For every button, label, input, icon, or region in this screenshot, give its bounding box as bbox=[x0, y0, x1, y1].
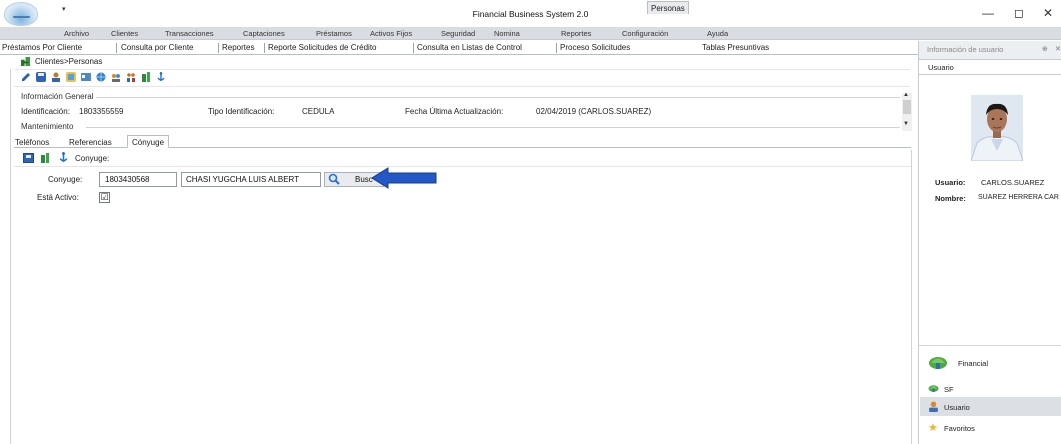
window-title: Financial Business System 2.0 bbox=[472, 9, 589, 19]
globe-icon[interactable] bbox=[96, 72, 106, 82]
identification-value: 1803355559 bbox=[79, 107, 124, 116]
breadcrumb: Clientes>Personas bbox=[35, 57, 103, 66]
image-icon[interactable] bbox=[66, 72, 76, 82]
panel-title: Información de usuario bbox=[927, 45, 1004, 54]
close-button[interactable]: ✕ bbox=[1033, 5, 1061, 21]
anchor-icon[interactable] bbox=[156, 72, 166, 82]
subtab-referencias[interactable]: Referencias bbox=[69, 138, 112, 147]
tab-proceso-solicitudes[interactable]: Proceso Solicitudes bbox=[560, 43, 630, 52]
scroll-up-icon[interactable]: ▲ bbox=[903, 92, 909, 98]
tab-consulta-por-cliente[interactable]: Consulta por Cliente bbox=[121, 43, 193, 52]
tab-reporte-solicitudes-credito[interactable]: Reporte Solicitudes de Crédito bbox=[268, 43, 377, 52]
last-update-value: 02/04/2019 (CARLOS.SUAREZ) bbox=[536, 107, 652, 116]
menu-configuracion[interactable]: Configuración bbox=[622, 29, 668, 38]
divider bbox=[14, 166, 911, 167]
menu-ayuda[interactable]: Ayuda bbox=[707, 29, 728, 38]
save-icon[interactable] bbox=[36, 72, 46, 82]
name-value: SUAREZ HERRERA CAR bbox=[978, 194, 1059, 201]
tab-separator bbox=[218, 43, 219, 53]
spouse-label: Conyuge: bbox=[48, 175, 83, 184]
card-icon[interactable] bbox=[81, 72, 91, 82]
group-icon[interactable] bbox=[111, 72, 121, 82]
nav-label-sf: SF bbox=[944, 385, 954, 394]
building-icon[interactable] bbox=[40, 153, 50, 163]
nav-item-usuario[interactable] bbox=[920, 397, 1061, 416]
star-icon: ★ bbox=[928, 422, 938, 434]
content-right-border bbox=[911, 150, 912, 444]
user-value: CARLOS.SUAREZ bbox=[981, 178, 1045, 187]
user-label: Usuario: bbox=[935, 178, 966, 187]
tab-separator bbox=[413, 43, 414, 53]
menu-archivo[interactable]: Archivo bbox=[64, 29, 89, 38]
inner-toolbar-label: Conyuge: bbox=[75, 154, 110, 163]
tab-tablas-presuntivas[interactable]: Tablas Presuntivas bbox=[702, 43, 769, 52]
menu-activos-fijos[interactable]: Activos Fijos bbox=[370, 29, 412, 38]
annotation-arrow-icon bbox=[372, 167, 437, 189]
nav-item-favoritos[interactable] bbox=[920, 420, 1061, 438]
section-line bbox=[86, 127, 900, 128]
active-checkbox[interactable]: ☑ bbox=[99, 192, 110, 203]
tab-separator bbox=[116, 43, 117, 53]
edit-icon[interactable] bbox=[21, 72, 31, 82]
divider bbox=[14, 69, 910, 70]
nav-label-usuario: Usuario bbox=[944, 403, 970, 412]
id-type-value: CEDULA bbox=[302, 107, 335, 116]
tab-prestamos-por-cliente[interactable]: Préstamos Por Cliente bbox=[2, 43, 82, 52]
user-icon[interactable] bbox=[51, 72, 61, 82]
content-left-border bbox=[10, 69, 11, 444]
section-title-general-info: Información General bbox=[21, 92, 97, 101]
tab-consulta-listas-control[interactable]: Consulta en Listas de Control bbox=[417, 43, 522, 52]
spouse-name-input[interactable]: CHASI YUGCHA LUIS ALBERT bbox=[181, 172, 321, 187]
family-icon[interactable] bbox=[126, 72, 136, 82]
user-avatar bbox=[971, 95, 1023, 161]
tab-separator bbox=[264, 43, 265, 53]
identification-label: Identificación: bbox=[21, 107, 70, 116]
subtab-telefonos[interactable]: Teléfonos bbox=[15, 138, 49, 147]
section-title-maintenance: Mantenimiento bbox=[21, 122, 77, 131]
divider bbox=[14, 86, 910, 87]
sf-icon bbox=[928, 385, 939, 392]
menu-prestamos[interactable]: Préstamos bbox=[316, 29, 352, 38]
menu-transacciones[interactable]: Transacciones bbox=[165, 29, 214, 38]
active-label: Está Activo: bbox=[37, 193, 79, 202]
maximize-button[interactable]: ◻ bbox=[1004, 5, 1034, 21]
menu-captaciones[interactable]: Captaciones bbox=[243, 29, 285, 38]
search-icon bbox=[328, 173, 340, 185]
scroll-down-icon[interactable]: ▼ bbox=[903, 121, 909, 127]
menu-clientes[interactable]: Clientes bbox=[111, 29, 138, 38]
tab-personas[interactable]: Personas bbox=[647, 1, 689, 14]
nav-item-sf[interactable] bbox=[920, 380, 1061, 396]
name-label: Nombre: bbox=[935, 194, 966, 203]
search-button-label: Busc bbox=[355, 175, 373, 184]
subtab-conyuge[interactable]: Cónyuge bbox=[127, 135, 170, 148]
minimize-button[interactable]: — bbox=[973, 5, 1003, 21]
menu-seguridad[interactable]: Seguridad bbox=[441, 29, 475, 38]
menu-bar bbox=[0, 27, 1061, 40]
pin-icon[interactable]: ⊕ bbox=[1042, 45, 1048, 53]
nav-label-favoritos: Favoritos bbox=[944, 424, 975, 433]
menu-reportes[interactable]: Reportes bbox=[561, 29, 591, 38]
nav-label-financial: Financial bbox=[958, 359, 989, 368]
id-type-label: Tipo Identificación: bbox=[208, 107, 275, 116]
panel-close-icon[interactable]: ✕ bbox=[1055, 45, 1061, 53]
panel-tab-label: Usuario bbox=[928, 63, 954, 72]
building-icon[interactable] bbox=[141, 72, 151, 82]
tab-reportes[interactable]: Reportes bbox=[222, 43, 254, 52]
financial-icon bbox=[929, 357, 947, 369]
scrollbar-thumb[interactable] bbox=[903, 100, 911, 114]
tab-separator bbox=[556, 43, 557, 53]
anchor-icon[interactable] bbox=[58, 152, 69, 163]
last-update-label: Fecha Última Actualización: bbox=[405, 107, 504, 116]
spouse-id-input[interactable]: 1803430568 bbox=[99, 172, 177, 187]
user-icon bbox=[929, 401, 938, 412]
clients-icon bbox=[21, 57, 30, 66]
menu-nomina[interactable]: Nomina bbox=[494, 29, 520, 38]
save-icon[interactable] bbox=[23, 153, 34, 163]
section-line bbox=[88, 97, 900, 98]
